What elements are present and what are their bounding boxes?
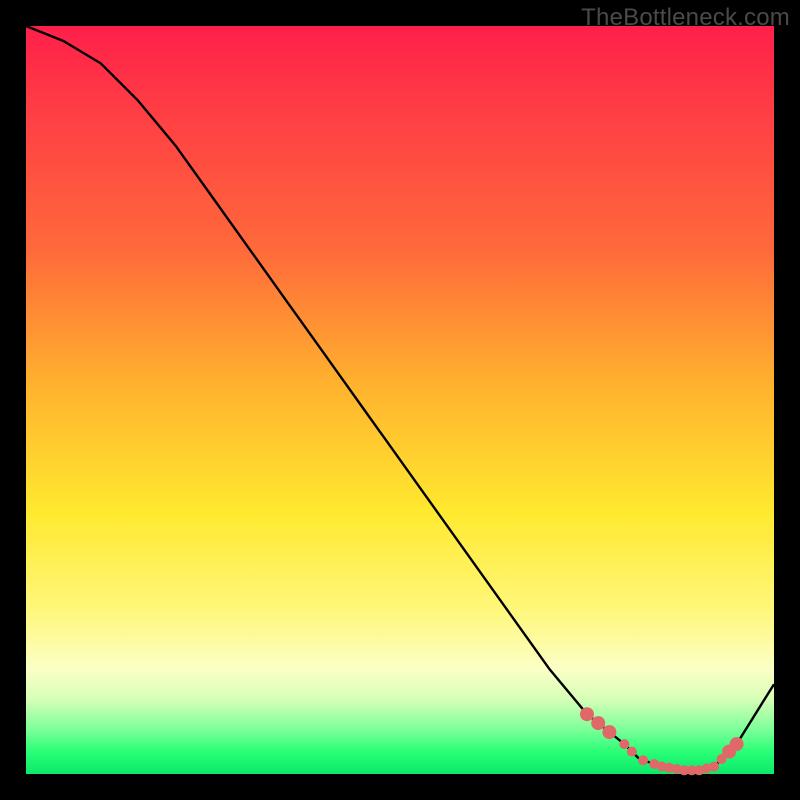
curve-marker: [627, 747, 637, 757]
curve-marker: [602, 725, 616, 739]
curve-marker: [730, 737, 744, 751]
gradient-plot-area: [26, 26, 774, 774]
curve-layer: [26, 26, 774, 774]
watermark-text: TheBottleneck.com: [581, 4, 790, 32]
marker-group: [580, 707, 744, 775]
curve-marker: [709, 762, 719, 772]
curve-marker: [619, 739, 629, 749]
bottleneck-curve-path: [26, 26, 774, 770]
curve-marker: [591, 716, 605, 730]
chart-frame: TheBottleneck.com: [0, 0, 800, 800]
curve-marker: [580, 707, 594, 721]
curve-marker: [638, 755, 648, 765]
